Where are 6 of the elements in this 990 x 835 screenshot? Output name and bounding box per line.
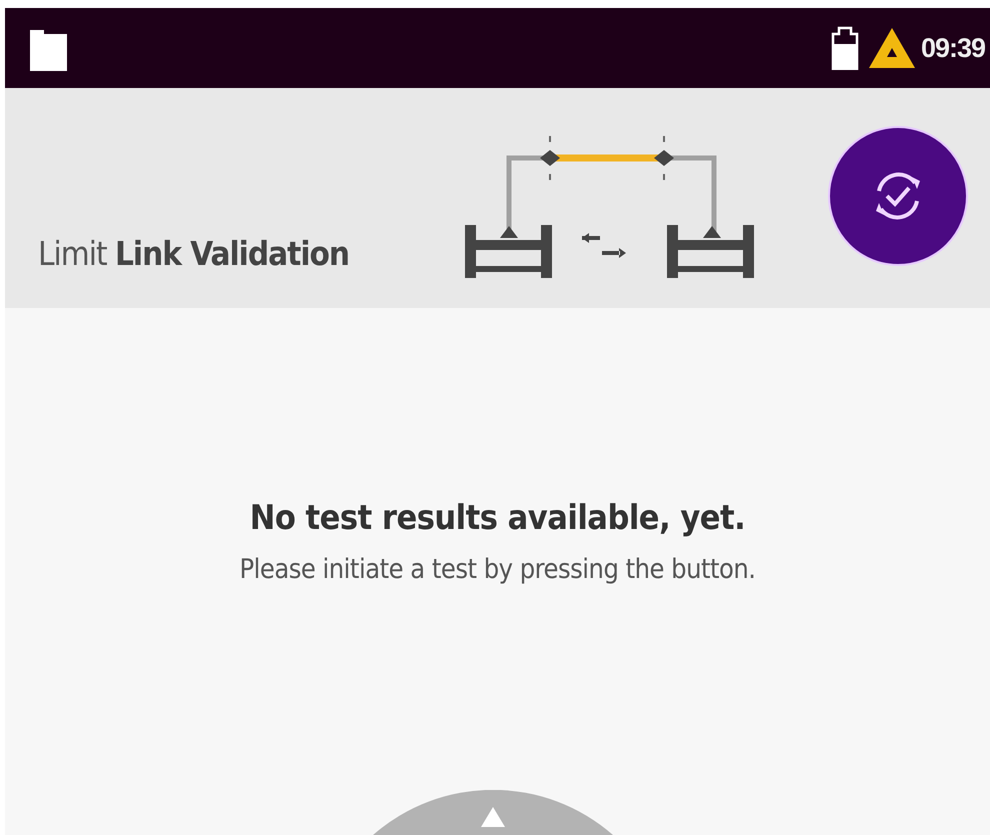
empty-heading: No test results available, yet. [250,498,746,538]
test-title: Limit Link Validation [38,234,350,273]
battery-icon [830,26,859,70]
warning-icon [866,26,917,70]
empty-hint: Please initiate a test by pressing the button. [239,554,756,585]
clock-time: 09:39 [920,32,985,64]
